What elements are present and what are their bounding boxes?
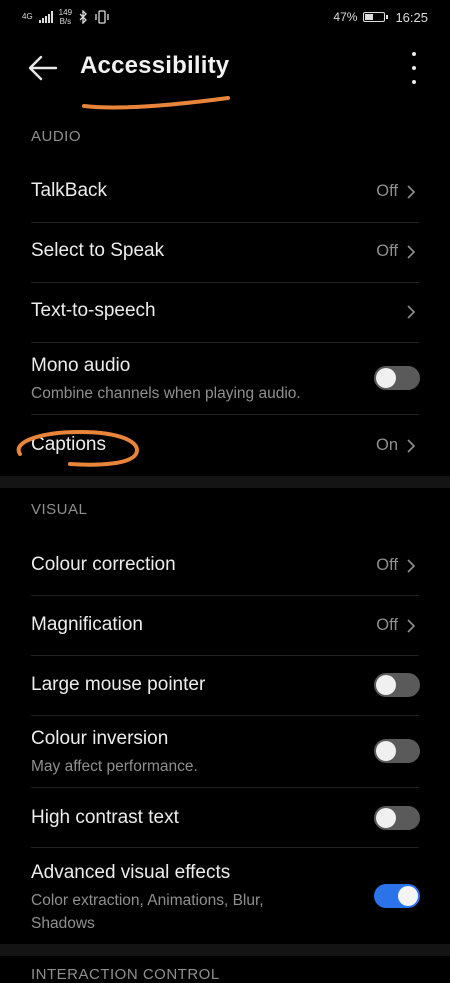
advanced-visual-effects-toggle[interactable] xyxy=(374,884,420,908)
talkback-value: Off xyxy=(376,182,398,200)
large-mouse-pointer-row[interactable]: Large mouse pointer xyxy=(0,655,450,715)
large-mouse-pointer-label: Large mouse pointer xyxy=(31,674,206,695)
text-to-speech-label: Text-to-speech xyxy=(31,300,156,321)
section-gap xyxy=(0,476,450,488)
section-gap xyxy=(0,944,450,956)
signal-icon xyxy=(38,11,53,23)
chevron-right-icon xyxy=(407,439,416,453)
page-title: Accessibility xyxy=(80,52,230,79)
bluetooth-icon xyxy=(79,10,87,24)
text-to-speech-row[interactable]: Text-to-speech xyxy=(0,282,450,342)
back-button[interactable] xyxy=(28,54,58,82)
talkback-label: TalkBack xyxy=(31,180,108,201)
colour-inversion-toggle[interactable] xyxy=(374,739,420,763)
chevron-right-icon xyxy=(407,245,416,259)
captions-value: On xyxy=(375,436,398,454)
chevron-right-icon xyxy=(407,185,416,199)
select-to-speak-label: Select to Speak xyxy=(31,240,165,261)
network-speed-unit: B/s xyxy=(59,17,72,26)
advanced-visual-effects-row[interactable]: Advanced visual effects Color extraction… xyxy=(0,847,450,943)
talkback-row[interactable]: TalkBack Off xyxy=(0,162,450,222)
magnification-label: Magnification xyxy=(31,614,143,635)
select-to-speak-value: Off xyxy=(376,242,398,260)
network-speed: 149 B/s xyxy=(59,8,72,26)
colour-inversion-row[interactable]: Colour inversion May affect performance. xyxy=(0,715,450,787)
high-contrast-text-row[interactable]: High contrast text xyxy=(0,787,450,847)
colour-inversion-subtitle: May affect performance. xyxy=(31,758,198,775)
captions-label: Captions xyxy=(31,434,106,455)
mono-audio-row[interactable]: Mono audio Combine channels when playing… xyxy=(0,342,450,414)
toggle-knob xyxy=(398,886,418,906)
more-options-button[interactable] xyxy=(404,52,424,84)
mono-audio-toggle[interactable] xyxy=(374,366,420,390)
battery-fill xyxy=(365,14,374,20)
colour-correction-label: Colour correction xyxy=(31,554,176,575)
more-dot-icon xyxy=(412,80,416,84)
network-speed-value: 149 xyxy=(58,8,73,17)
magnification-value: Off xyxy=(376,616,398,634)
toggle-knob xyxy=(376,675,396,695)
select-to-speak-row[interactable]: Select to Speak Off xyxy=(0,222,450,282)
more-dot-icon xyxy=(412,52,416,56)
battery-icon xyxy=(363,12,389,22)
chevron-right-icon xyxy=(407,305,416,319)
app-bar: Accessibility xyxy=(0,40,450,96)
battery-percent: 47% xyxy=(333,10,358,24)
captions-row[interactable]: Captions On xyxy=(0,414,450,474)
magnification-row[interactable]: Magnification Off xyxy=(0,595,450,655)
high-contrast-text-toggle[interactable] xyxy=(374,806,420,830)
chevron-right-icon xyxy=(407,559,416,573)
mono-audio-label: Mono audio xyxy=(31,355,131,376)
high-contrast-text-label: High contrast text xyxy=(31,807,179,828)
large-mouse-pointer-toggle[interactable] xyxy=(374,673,420,697)
mono-audio-subtitle: Combine channels when playing audio. xyxy=(31,385,301,402)
section-header-visual: VISUAL xyxy=(31,501,88,518)
back-arrow-icon xyxy=(28,55,58,81)
colour-correction-row[interactable]: Colour correction Off xyxy=(0,535,450,595)
network-type: 4G xyxy=(22,12,33,21)
toggle-knob xyxy=(376,368,396,388)
section-header-audio: AUDIO xyxy=(31,128,82,145)
clock: 16:25 xyxy=(395,9,428,25)
colour-inversion-label: Colour inversion xyxy=(31,728,169,749)
toggle-knob xyxy=(376,741,396,761)
chevron-right-icon xyxy=(407,619,416,633)
status-bar: 4G 149 B/s 47% 16:25 xyxy=(0,0,450,34)
advanced-visual-effects-label: Advanced visual effects xyxy=(31,862,231,883)
advanced-visual-effects-subtitle: Color extraction, Animations, Blur, Shad… xyxy=(31,892,264,932)
status-right: 47% 16:25 xyxy=(333,10,428,25)
status-left: 4G 149 B/s xyxy=(22,8,110,26)
toggle-knob xyxy=(376,808,396,828)
more-dot-icon xyxy=(412,66,416,70)
vibrate-icon xyxy=(95,10,109,24)
colour-correction-value: Off xyxy=(376,556,398,574)
